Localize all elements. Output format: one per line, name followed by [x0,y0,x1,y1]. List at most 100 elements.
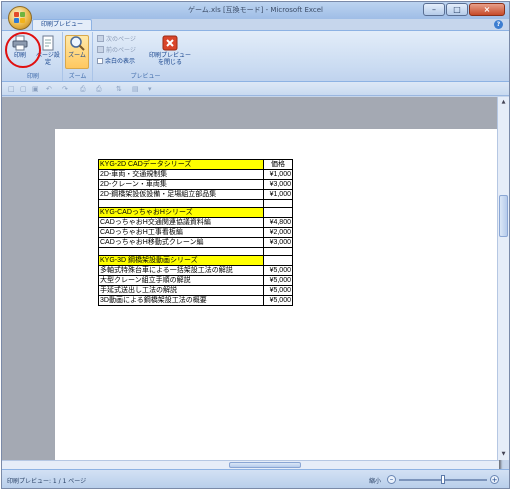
table-row: CADっちゃおH工事看板編 ¥2,000 [98,227,293,238]
product-name: 手延式送出し工法の解説 [98,285,264,296]
price-header [263,255,293,266]
magnifier-icon [70,36,85,51]
blank-row [98,247,293,256]
next-page-button[interactable]: 次のページ [97,35,136,44]
zoom-slider-control[interactable]: 縮小 – + [369,475,503,485]
section-title: KYG-CADっちゃおHシリーズ [98,207,264,218]
print-highlight-circle [5,32,41,68]
table-row: CADっちゃおH移動式クレーン編 ¥3,000 [98,237,293,248]
window-controls: – □ × [423,3,505,16]
product-name: 3D動画による鋼橋架設工法の概要 [98,295,264,306]
show-margins-label: 余白の表示 [105,58,136,65]
previous-page-icon [97,46,104,53]
blank-cell [263,199,293,208]
minimize-button[interactable]: – [423,3,445,16]
price-table: KYG-2D CADデータシリーズ 価格 2D-車両・交通規制集 ¥1,000 2D-ク… [98,159,293,306]
vertical-scroll-thumb[interactable] [499,195,508,237]
table-row: 2D-鋼橋架設仮設備・足場組立部品集 ¥1,000 [98,189,293,200]
table-row: 多軸式特殊台車による一括架設工法の解説 ¥5,000 [98,265,293,276]
ribbon-tab-row: 印刷プレビュー ? [2,19,509,30]
show-margins-checkbox[interactable]: 余白の表示 [97,57,135,66]
title-bar: ゲーム.xls [互換モード] - Microsoft Excel – □ × [2,2,509,19]
close-icon: × [483,5,491,14]
scroll-down-icon[interactable]: ▼ [499,450,508,459]
next-page-label: 次のページ [106,36,136,43]
zoom-button-label: ズーム [68,52,86,59]
scroll-up-icon[interactable]: ▲ [499,98,508,107]
zoom-slider-thumb[interactable] [441,475,445,484]
product-name: 2D-車両・交通規制集 [98,169,264,180]
close-print-preview-button[interactable]: 印刷プレビューを閉じる [147,35,193,66]
preview-page: KYG-2D CADデータシリーズ 価格 2D-車両・交通規制集 ¥1,000 2D-ク… [55,129,499,469]
product-price: ¥4,800 [263,217,293,228]
zoom-minus-icon[interactable]: – [387,475,396,484]
next-page-icon [97,35,104,42]
previous-page-label: 前のページ [106,47,136,54]
previous-page-button[interactable]: 前のページ [97,46,136,55]
zoom-button-content[interactable]: ズーム [66,35,88,59]
section-header-row: KYG-2D CADデータシリーズ 価格 [98,159,293,170]
blank-row [98,199,293,208]
table-row: 2D-車両・交通規制集 ¥1,000 [98,169,293,180]
zoom-out-label: 縮小 [369,478,382,485]
quick-print-icon[interactable]: ⎙ [96,85,102,93]
help-icon[interactable]: ? [494,20,503,29]
office-button[interactable] [8,6,32,30]
product-name: 2D-クレーン・車両集 [98,179,264,190]
chart-icon[interactable]: ▤ [132,85,139,93]
horizontal-scrollbar[interactable] [2,460,499,469]
maximize-icon: □ [453,5,461,14]
table-row: CADっちゃおH交通関連協議資料編 ¥4,800 [98,217,293,228]
product-name: 2D-鋼橋架設仮設備・足場組立部品集 [98,189,264,200]
zoom-plus-icon[interactable]: + [490,475,499,484]
status-text: 印刷プレビュー: 1 / 1 ページ [7,478,87,485]
undo-icon[interactable]: ↶ [46,85,52,93]
group-zoom-label: ズーム [68,73,87,80]
excel-window: ゲーム.xls [互換モード] - Microsoft Excel – □ × … [1,1,510,489]
product-price: ¥3,000 [263,179,293,190]
product-price: ¥5,000 [263,295,293,306]
save-icon[interactable]: ▣ [32,85,39,93]
product-price: ¥1,000 [263,189,293,200]
toolbar-more-icon[interactable]: ▾ [148,85,152,93]
maximize-button[interactable]: □ [446,3,468,16]
window-title: ゲーム.xls [互換モード] - Microsoft Excel [187,6,324,14]
product-name: CADっちゃおH交通関連協議資料編 [98,217,264,228]
page-setup-icon [42,35,54,51]
minimize-icon: – [432,5,436,14]
print-small-icon[interactable]: ⎙ [80,85,86,93]
blank-cell [98,199,264,208]
close-button[interactable]: × [469,3,505,16]
product-price: ¥1,000 [263,169,293,180]
table-row: 3D動画による鋼橋架設工法の概要 ¥5,000 [98,295,293,306]
vertical-scrollbar[interactable]: ▲ ▼ [497,97,509,460]
sort-icon[interactable]: ⇅ [116,85,122,93]
product-name: CADっちゃおH工事看板編 [98,227,264,238]
product-price: ¥5,000 [263,285,293,296]
product-price: ¥5,000 [263,265,293,276]
blank-cell [263,247,293,256]
product-price: ¥5,000 [263,275,293,286]
status-bar: 印刷プレビュー: 1 / 1 ページ 縮小 – + [2,469,509,488]
table-row: 2D-クレーン・車両集 ¥3,000 [98,179,293,190]
section-header-row: KYG-CADっちゃおHシリーズ [98,207,293,218]
preview-workspace: KYG-2D CADデータシリーズ 価格 2D-車両・交通規制集 ¥1,000 2D-ク… [2,97,499,469]
new-icon[interactable]: □ [8,85,15,93]
open-icon[interactable]: ▢ [20,85,27,93]
product-price: ¥2,000 [263,227,293,238]
redo-icon[interactable]: ↷ [62,85,68,93]
group-print-label: 印刷 [26,73,39,80]
close-preview-icon [162,35,178,51]
horizontal-scroll-thumb[interactable] [229,462,301,468]
office-logo-icon [14,12,26,24]
quick-access-toolbar: □ ▢ ▣ ↶ ↷ ⎙ ⎙ ⇅ ▤ ▾ [2,82,509,96]
tab-print-preview[interactable]: 印刷プレビュー [32,19,93,30]
product-name: 多軸式特殊台車による一括架設工法の解説 [98,265,264,276]
group-preview: 次のページ 前のページ 余白の表示 印刷プレビューを閉じる プレビュー [93,32,198,81]
section-header-row: KYG-3D 鋼橋架設動画シリーズ [98,255,293,266]
show-margins-check-box[interactable] [97,58,103,64]
section-title: KYG-2D CADデータシリーズ [98,159,264,170]
price-header: 価格 [263,159,293,170]
section-title: KYG-3D 鋼橋架設動画シリーズ [98,255,264,266]
price-header [263,207,293,218]
